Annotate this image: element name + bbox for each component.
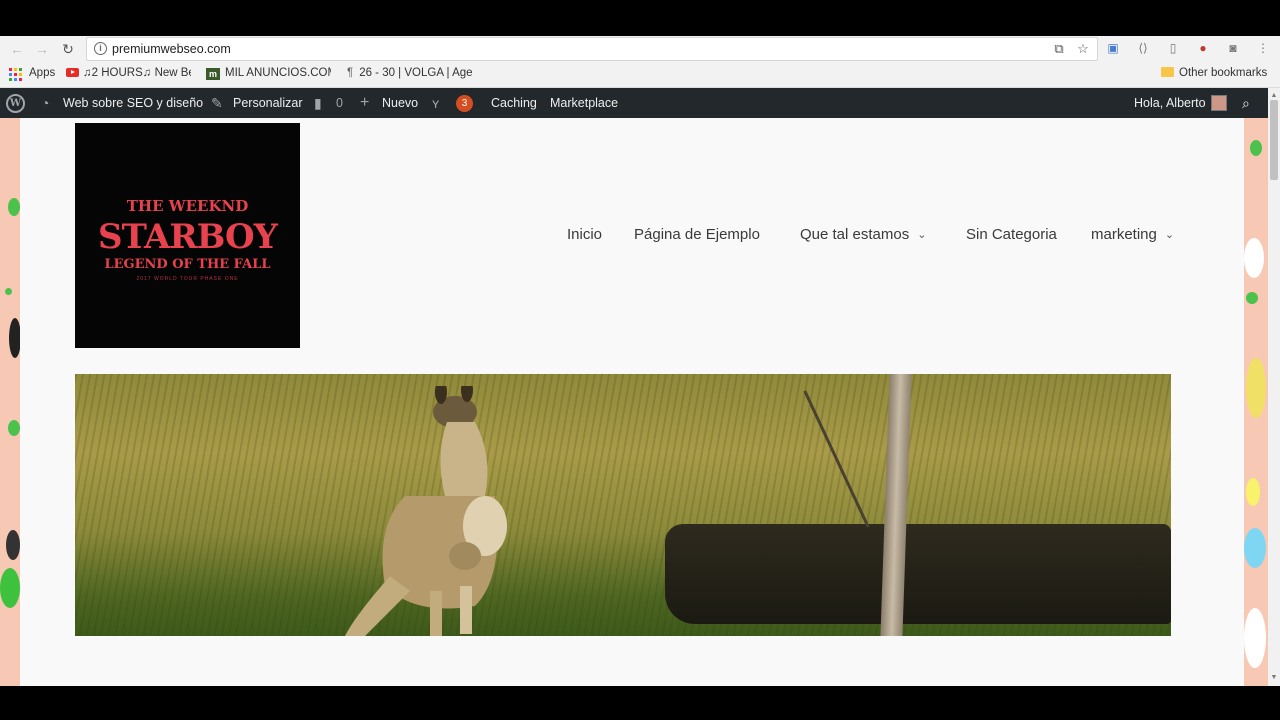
decoration: [1246, 292, 1258, 304]
decoration: [8, 198, 20, 216]
marketplace-link[interactable]: Marketplace: [550, 96, 618, 110]
menu-item-sin-categoria[interactable]: Sin Categoria: [966, 226, 1057, 243]
chevron-down-icon: ⌄: [917, 229, 927, 241]
menu-item-marketing[interactable]: marketing ⌄: [1091, 226, 1174, 243]
decoration: [1250, 140, 1262, 156]
avatar[interactable]: [1211, 95, 1227, 111]
caching-link[interactable]: Caching: [491, 96, 537, 110]
dashboard-icon: ◔: [41, 95, 50, 111]
scrollbar-thumb[interactable]: [1270, 100, 1278, 180]
site-logo[interactable]: THE WEEKND STARBOY LEGEND OF THE FALL 20…: [75, 123, 300, 348]
chevron-down-icon: ⌄: [1164, 229, 1175, 241]
log-shape: [665, 524, 1171, 624]
back-icon[interactable]: ←: [8, 40, 26, 58]
decoration: [1246, 478, 1260, 506]
devtools-extension-icon[interactable]: ⟨⟩: [1135, 40, 1151, 56]
site-name-link[interactable]: Web sobre SEO y diseño: [63, 96, 203, 110]
decoration: [1244, 238, 1264, 278]
menu-icon[interactable]: ⋮: [1255, 40, 1271, 56]
bookmark-other[interactable]: Other bookmarks: [1161, 67, 1267, 79]
yoast-icon[interactable]: ʏ: [432, 95, 439, 111]
profile-extension-icon[interactable]: ●: [1195, 40, 1211, 56]
decoration: [1246, 358, 1266, 418]
comments-count[interactable]: 0: [336, 96, 343, 110]
video-letterbox-top: [0, 0, 1280, 36]
reload-icon[interactable]: ↻: [59, 40, 77, 58]
bookmark-volga[interactable]: ¶ 26 - 30 | VOLGA | Age: [347, 67, 474, 79]
logo-line-4: 2017 WORLD TOUR PHASE ONE: [136, 276, 239, 282]
apps-grid-icon[interactable]: [9, 68, 22, 81]
menu-item-inicio[interactable]: Inicio: [567, 226, 602, 243]
decoration: [8, 420, 20, 436]
bookmark-youtube[interactable]: ♫2 HOURS♫ New Be: [66, 67, 191, 79]
page-icon: ¶: [347, 67, 354, 79]
new-link[interactable]: Nuevo: [382, 96, 418, 110]
scroll-up-icon[interactable]: ▲: [1268, 90, 1280, 102]
hero-image: [75, 374, 1171, 636]
folder-icon: [1161, 67, 1174, 77]
extension-icon[interactable]: ▣: [1105, 40, 1121, 56]
customize-link[interactable]: Personalizar: [233, 96, 302, 110]
wordpress-logo-icon[interactable]: W: [6, 94, 25, 113]
decoration: [6, 530, 20, 560]
info-icon[interactable]: i: [94, 42, 107, 55]
logo-line-3: LEGEND OF THE FALL: [104, 257, 271, 272]
search-icon[interactable]: ⌕: [1242, 95, 1250, 111]
video-letterbox-bottom: [0, 686, 1280, 720]
plus-icon: +: [360, 94, 370, 111]
comment-icon[interactable]: ▮: [314, 95, 322, 111]
decoration: [1244, 528, 1266, 568]
page-content: THE WEEKND STARBOY LEGEND OF THE FALL 20…: [20, 118, 1244, 686]
bookmark-apps[interactable]: Apps: [29, 67, 55, 79]
yoast-badge[interactable]: 3: [456, 95, 473, 112]
browser-toolbar: ← → ↻ i premiumwebseo.com ⧉ ☆ ▣ ⟨⟩ ▯ ● ◙…: [0, 36, 1280, 62]
decoration: [0, 568, 20, 608]
decoration: [5, 288, 12, 295]
bookmark-milanuncios[interactable]: m MIL ANUNCIOS.COM: [206, 67, 331, 80]
scroll-down-icon[interactable]: ▼: [1268, 672, 1280, 684]
milanuncios-icon: m: [206, 68, 220, 80]
translate-icon[interactable]: ⧉: [1051, 41, 1067, 57]
logo-line-1: THE WEEKND: [126, 197, 249, 215]
decoration: [1244, 608, 1266, 668]
logo-line-2: STARBOY: [98, 217, 278, 257]
youtube-icon: [66, 68, 79, 77]
bookmarks-bar: Apps ♫2 HOURS♫ New Be m MIL ANUNCIOS.COM …: [0, 62, 1280, 88]
camera-extension-icon[interactable]: ◙: [1225, 40, 1241, 56]
kangaroo-illustration: [345, 386, 507, 636]
menu-item-que-tal-estamos[interactable]: Que tal estamos ⌄: [800, 226, 926, 243]
star-icon[interactable]: ☆: [1075, 41, 1091, 57]
url-text[interactable]: premiumwebseo.com: [112, 42, 231, 56]
wp-admin-bar: W ◔ Web sobre SEO y diseño ✎ Personaliza…: [0, 88, 1280, 118]
forward-icon[interactable]: →: [33, 40, 51, 58]
menu-item-pagina-ejemplo[interactable]: Página de Ejemplo: [634, 226, 760, 243]
brush-icon: ✎: [211, 95, 223, 111]
address-bar[interactable]: i premiumwebseo.com ⧉ ☆: [86, 37, 1098, 61]
user-greeting[interactable]: Hola, Alberto: [1134, 96, 1206, 110]
mobile-extension-icon[interactable]: ▯: [1165, 40, 1181, 56]
